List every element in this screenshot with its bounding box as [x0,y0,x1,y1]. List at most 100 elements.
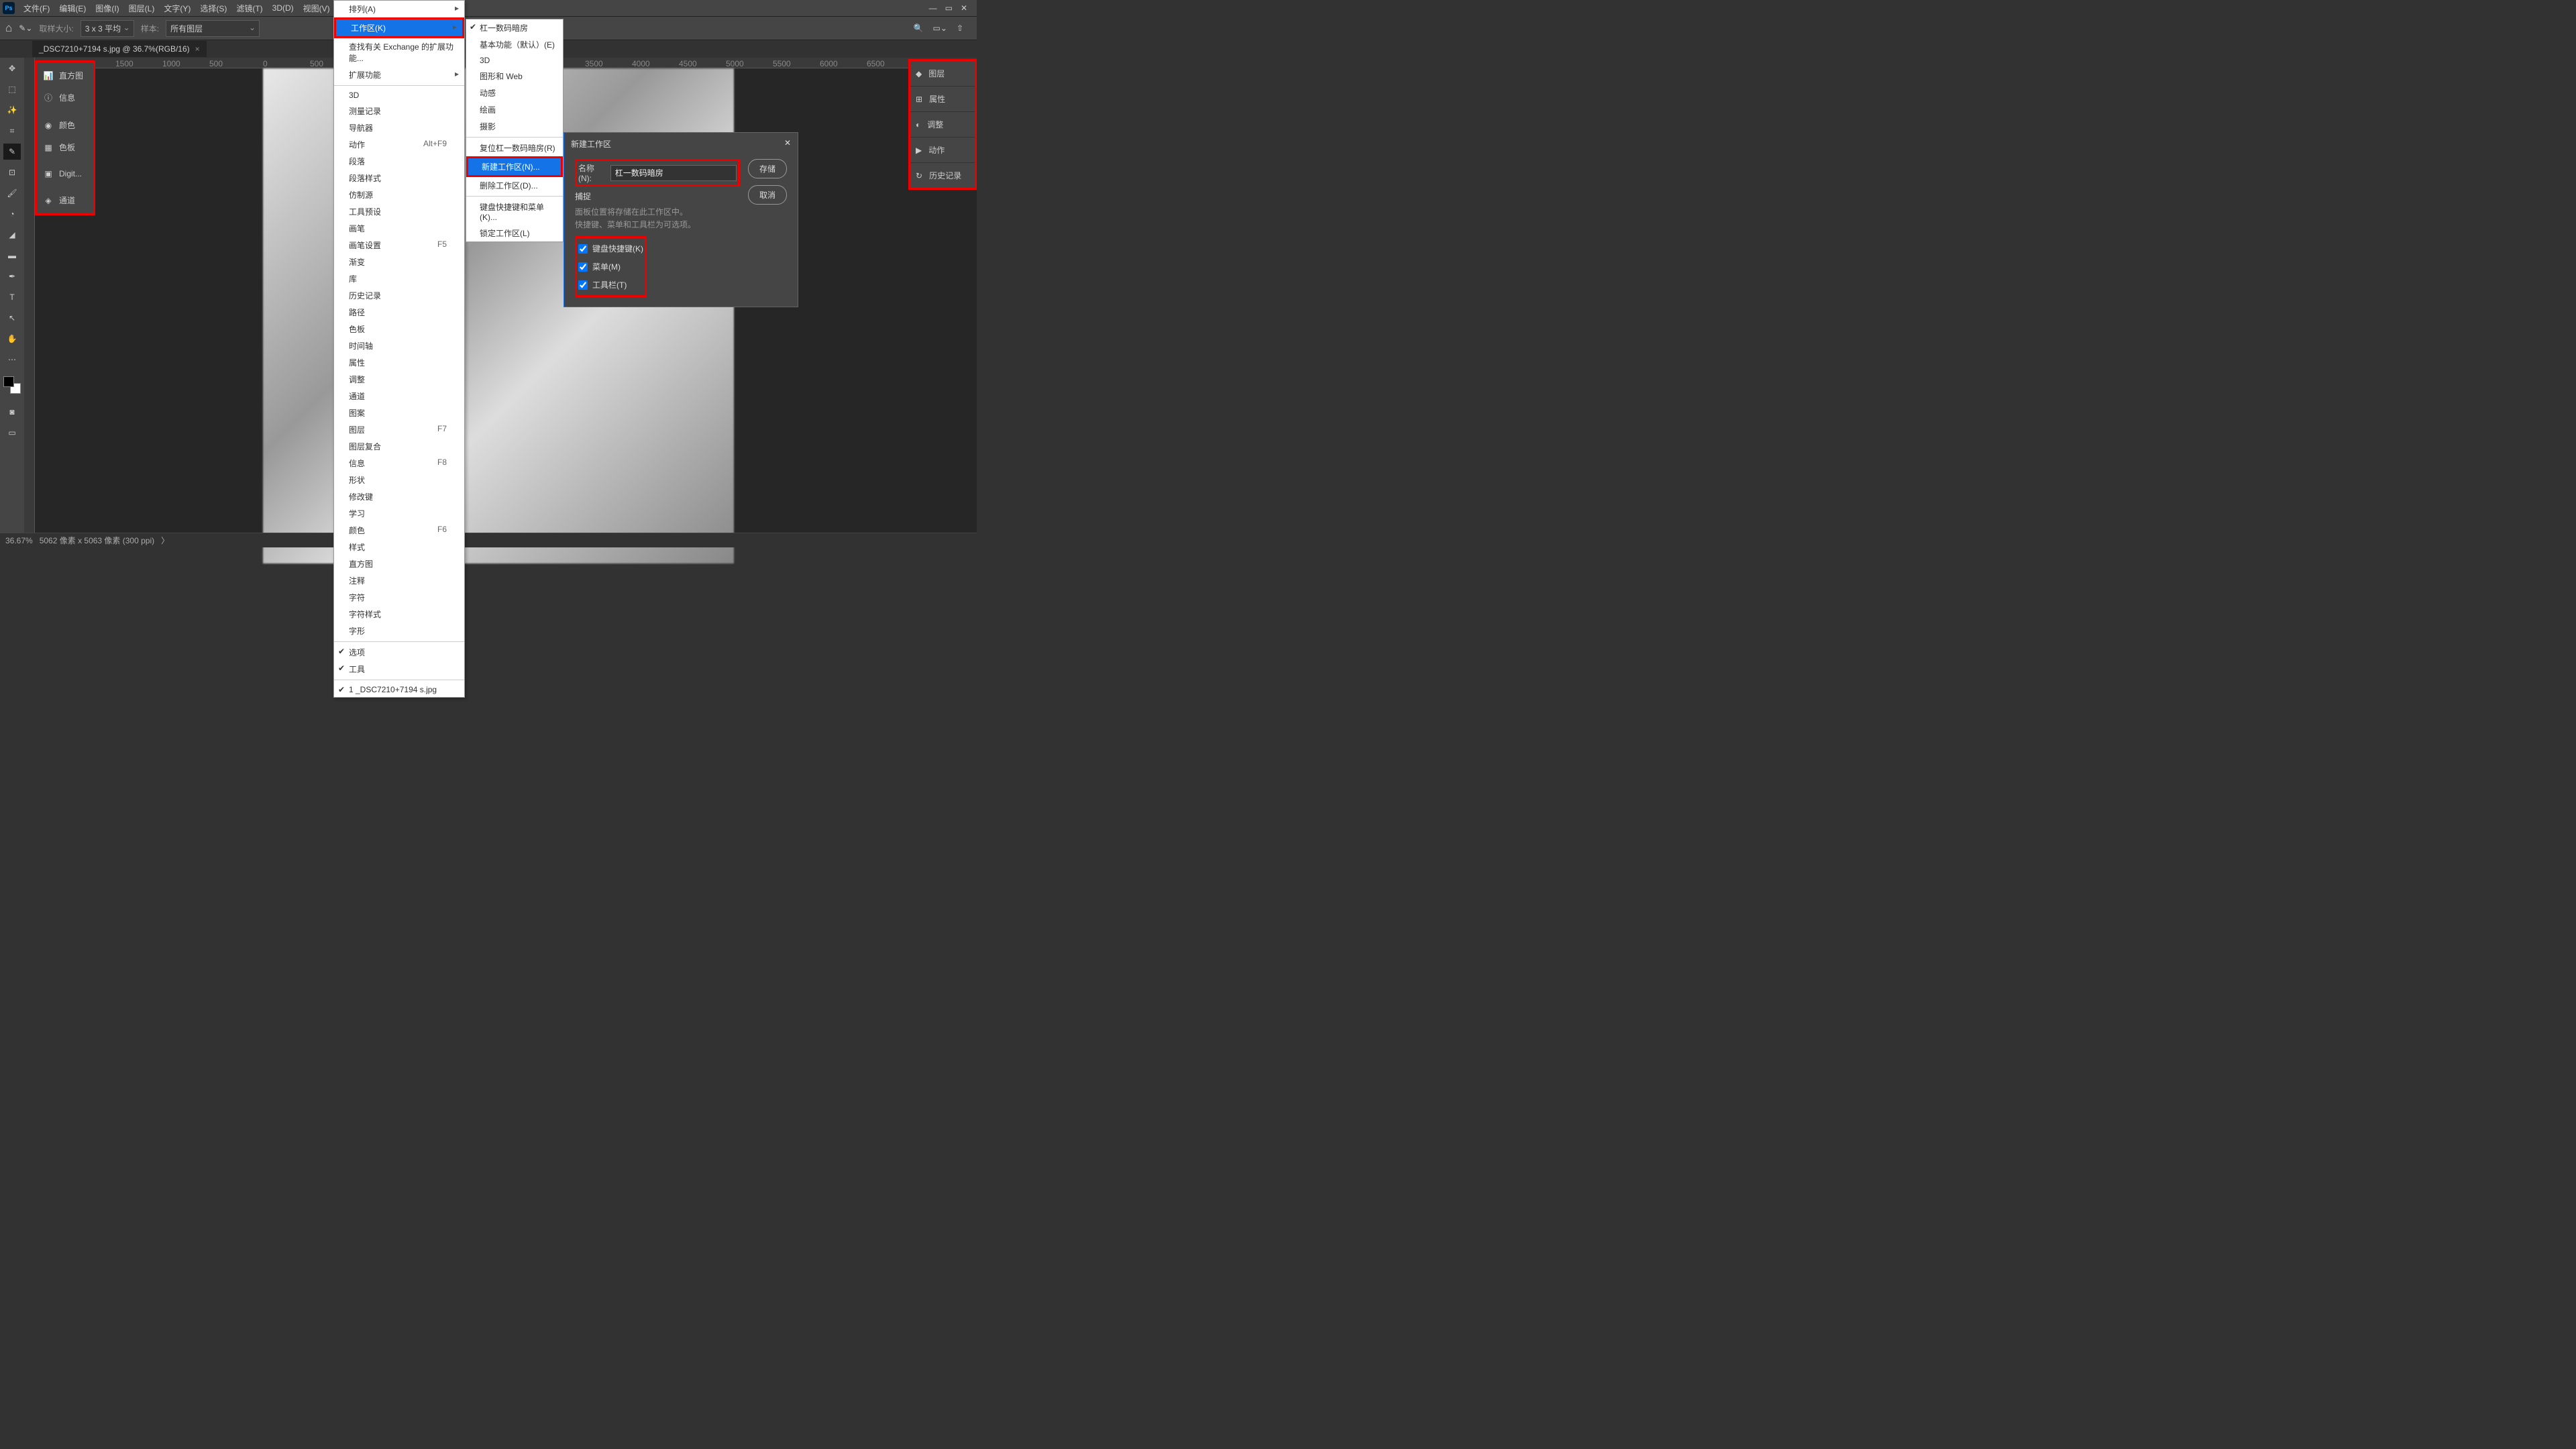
submenu-item[interactable]: 3D [466,53,563,68]
menu-file[interactable]: 文件(F) [19,0,54,17]
menu-view[interactable]: 视图(V) [299,0,335,17]
tab-close-icon[interactable]: × [195,44,200,54]
status-arrow-icon[interactable]: 〉 [161,535,169,546]
submenu-item[interactable]: 动感 [466,85,563,101]
submenu-item[interactable]: 绘画 [466,101,563,118]
maximize-icon[interactable]: ▭ [945,3,953,13]
menu-item[interactable]: 图案 [334,405,464,421]
share-icon[interactable]: ⇧ [957,23,963,33]
wand-tool-icon[interactable]: ✨ [3,102,21,118]
menu-item[interactable]: 动作Alt+F9 [334,136,464,153]
eyedropper-icon[interactable]: ✎⌄ [19,23,32,33]
eraser-tool-icon[interactable]: ◢ [3,227,21,243]
brush-tool-icon[interactable]: 🖌 [3,185,21,201]
menu-item[interactable]: 字符样式 [334,606,464,623]
menu-item[interactable]: 路径 [334,304,464,321]
panel-color[interactable]: ◉颜色 [39,114,91,136]
zoom-level[interactable]: 36.67% [5,536,33,545]
menu-item[interactable]: ✔工具 [334,661,464,678]
type-tool-icon[interactable]: T [3,289,21,305]
menu-item[interactable]: 3D [334,88,464,103]
marquee-tool-icon[interactable]: ⬚ [3,81,21,97]
submenu-item[interactable]: 删除工作区(D)... [466,177,563,194]
document-tab[interactable]: _DSC7210+7194 s.jpg @ 36.7%(RGB/16) × [32,41,207,57]
menu-item[interactable]: 属性 [334,354,464,371]
panel-channels[interactable]: ◈通道 [39,189,91,211]
menu-item[interactable]: 测量记录 [334,103,464,119]
panel-histogram[interactable]: 📊直方图 [39,64,91,87]
minimize-icon[interactable]: — [929,3,937,13]
gradient-tool-icon[interactable]: ▬ [3,248,21,264]
menu-item[interactable]: 导航器 [334,119,464,136]
submenu-item[interactable]: 键盘快捷键和菜单(K)... [466,199,563,225]
submenu-item[interactable]: 新建工作区(N)... [466,156,563,177]
submenu-item[interactable]: ✔杠一数码暗房 [466,19,563,36]
close-icon[interactable]: ✕ [961,3,967,13]
menu-3d[interactable]: 3D(D) [268,1,299,15]
menu-item[interactable]: 扩展功能 [334,66,464,83]
crop-tool-icon[interactable]: ⌗ [3,123,21,139]
menu-item[interactable]: 段落样式 [334,170,464,186]
panel-actions[interactable]: ▶动作 [910,138,975,163]
menu-item[interactable]: 字符 [334,589,464,606]
menu-item[interactable]: 信息F8 [334,455,464,472]
submenu-item[interactable]: 锁定工作区(L) [466,225,563,241]
menu-item[interactable]: 工作区(K) [334,17,464,38]
panel-swatches[interactable]: ▦色板 [39,136,91,158]
quickmask-icon[interactable]: ◙ [3,404,21,420]
menu-filter[interactable]: 滤镜(T) [231,0,267,17]
dialog-close-icon[interactable]: ✕ [784,138,791,150]
panel-adjustments[interactable]: ◐调整 [910,112,975,138]
menu-edit[interactable]: 编辑(E) [54,0,91,17]
hand-tool-icon[interactable]: ✋ [3,331,21,347]
menu-layer[interactable]: 图层(L) [124,0,160,17]
menu-item[interactable]: 修改键 [334,488,464,505]
menu-item[interactable]: 段落 [334,153,464,170]
menu-select[interactable]: 选择(S) [195,0,231,17]
menu-item[interactable]: 库 [334,270,464,287]
panel-history[interactable]: ↻历史记录 [910,163,975,188]
menu-item[interactable]: 字形 [334,623,464,639]
search-icon[interactable]: 🔍 [914,23,924,33]
home-icon[interactable]: ⌂ [5,21,12,35]
chk-menus[interactable]: 菜单(M) [578,261,643,272]
save-button[interactable]: 存储 [748,159,787,178]
menu-type[interactable]: 文字(Y) [159,0,195,17]
color-swatch[interactable] [3,376,21,394]
menu-item[interactable]: 形状 [334,472,464,488]
chk-shortcuts[interactable]: 键盘快捷键(K) [578,243,643,254]
cancel-button[interactable]: 取消 [748,185,787,205]
submenu-item[interactable]: 图形和 Web [466,68,563,85]
panel-layers[interactable]: ◆图层 [910,61,975,87]
chk-toolbar[interactable]: 工具栏(T) [578,279,643,290]
menu-item[interactable]: 画笔 [334,220,464,237]
menu-item[interactable]: 样式 [334,539,464,555]
healing-tool-icon[interactable]: ◔ [3,206,21,222]
menu-item[interactable]: 排列(A) [334,1,464,17]
menu-item[interactable]: 查找有关 Exchange 的扩展功能... [334,38,464,66]
menu-item[interactable]: 时间轴 [334,337,464,354]
submenu-item[interactable]: 复位杠一数码暗房(R) [466,140,563,156]
sample-layers-dropdown[interactable]: 所有图层 [166,20,260,37]
screenmode-icon[interactable]: ▭ [3,425,21,441]
menu-item[interactable]: 注释 [334,572,464,589]
sample-size-dropdown[interactable]: 3 x 3 平均 [80,20,134,37]
submenu-item[interactable]: 基本功能（默认）(E) [466,36,563,53]
workspace-name-input[interactable] [610,165,737,181]
menu-item[interactable]: 学习 [334,505,464,522]
pen-tool-icon[interactable]: ✒ [3,268,21,284]
screen-mode-icon[interactable]: ▭⌄ [933,23,947,33]
menu-item[interactable]: 颜色F6 [334,522,464,539]
panel-properties[interactable]: ⊞属性 [910,87,975,112]
eyedropper-tool-icon[interactable]: ✎ [3,144,21,160]
panel-digit[interactable]: ▣Digit... [39,164,91,184]
menu-item[interactable]: 调整 [334,371,464,388]
menu-item[interactable]: 渐变 [334,254,464,270]
menu-item[interactable]: 图层复合 [334,438,464,455]
menu-item[interactable]: 仿制源 [334,186,464,203]
menu-item[interactable]: 历史记录 [334,287,464,304]
menu-item[interactable]: 画笔设置F5 [334,237,464,254]
menu-item[interactable]: ✔选项 [334,644,464,661]
menu-item[interactable]: 图层F7 [334,421,464,438]
menu-item[interactable]: 工具预设 [334,203,464,220]
